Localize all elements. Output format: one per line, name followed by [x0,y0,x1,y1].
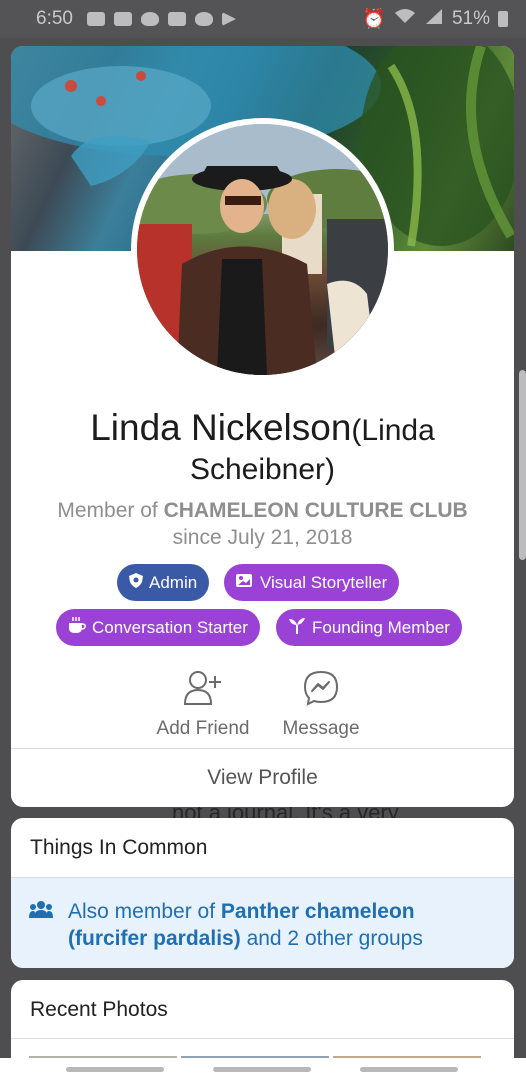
common-suffix[interactable]: and 2 other groups [247,927,423,950]
signal-icon [424,8,444,30]
sprout-icon [288,617,306,638]
youtube-icon [86,12,105,26]
message-button[interactable]: Message [271,670,371,740]
alarm-icon: ⏰ [362,9,386,30]
wifi-icon [394,8,416,30]
battery-icon [498,11,508,27]
add-friend-icon [148,670,258,712]
badge-founding-member-label: Founding Member [312,617,450,637]
message-label: Message [282,718,360,739]
news-icon [167,12,186,26]
system-nav-bar [0,1058,526,1080]
group-name[interactable]: CHAMELEON CULTURE CLUB [164,499,468,522]
badge-conversation-starter-label: Conversation Starter [92,617,248,637]
twitter-icon [194,12,213,26]
badge-founding-member[interactable]: Founding Member [276,609,462,646]
avatar[interactable] [131,118,394,381]
profile-maiden-name-line2: Scheibner) [189,453,336,486]
badge-visual-storyteller-label: Visual Storyteller [260,572,388,592]
membership-line: Member of CHAMELEON CULTURE CLUB [11,497,514,525]
badge-visual-storyteller[interactable]: Visual Storyteller [224,564,400,601]
add-friend-label: Add Friend [156,718,250,739]
battery-percent: 51% [451,8,490,29]
recent-photos-title: Recent Photos [30,998,168,1021]
badge-conversation-starter[interactable]: Conversation Starter [56,609,260,646]
play-store-icon [221,12,236,26]
profile-name-main: Linda Nickelson [90,407,352,448]
photos-icon [236,573,254,592]
recent-apps-handle[interactable] [66,1067,164,1072]
profile-maiden-name: (Linda [351,414,435,447]
status-time: 6:50 [36,8,73,29]
groups-icon [29,900,53,923]
divider [11,1038,514,1039]
add-friend-button[interactable]: Add Friend [148,670,258,740]
coffee-icon [68,617,86,638]
shield-star-icon [129,573,143,592]
things-in-common-title: Things In Common [30,836,208,859]
scroll-indicator [519,370,526,560]
back-handle[interactable] [360,1067,458,1072]
badge-admin[interactable]: Admin [117,564,210,601]
member-prefix: Member of [57,499,158,522]
twitter-icon [140,12,159,26]
gallery-icon [113,12,132,26]
profile-card: Linda Nickelson(Linda Scheibner) Member … [11,46,514,807]
things-in-common-card: Things In Common Also member of Panther … [11,818,514,968]
common-groups-text[interactable]: Also member of Panther chameleon (furcif… [68,898,488,952]
home-handle[interactable] [213,1067,311,1072]
profile-name: Linda Nickelson(Linda [11,408,514,451]
messenger-icon [271,670,371,712]
status-bar: 6:50 ⏰ 51% [0,0,526,38]
avatar-photo [137,124,388,375]
view-profile-button[interactable]: View Profile [11,749,514,807]
member-since: since July 21, 2018 [172,526,353,549]
common-groups-box[interactable]: Also member of Panther chameleon (furcif… [11,877,514,968]
common-prefix: Also member of [68,900,216,923]
badge-admin-label: Admin [149,572,198,592]
